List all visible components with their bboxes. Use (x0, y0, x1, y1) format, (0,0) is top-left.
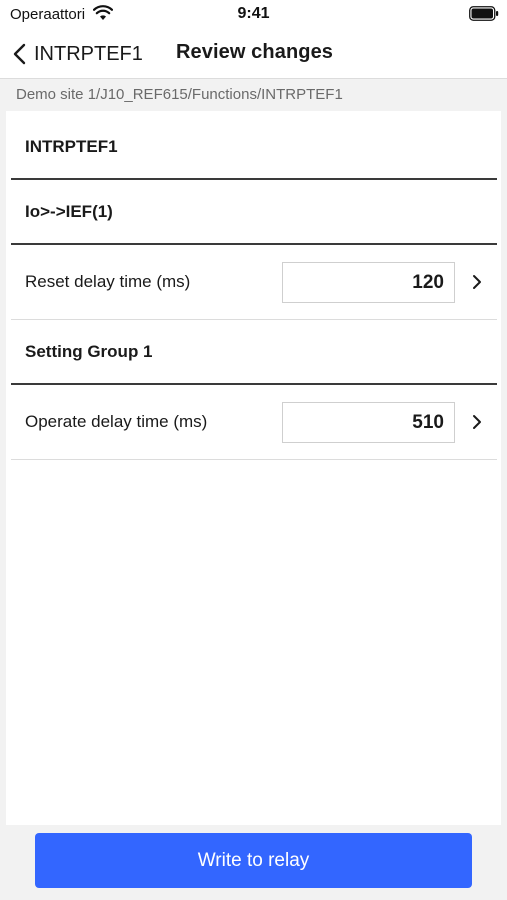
section-title: Setting Group 1 (25, 342, 153, 361)
battery-icon (469, 6, 499, 21)
chevron-right-icon[interactable] (472, 274, 482, 290)
breadcrumb: Demo site 1/J10_REF615/Functions/INTRPTE… (16, 86, 343, 103)
parameter-row-operate-delay[interactable]: Operate delay time (ms) 510 (11, 384, 497, 460)
parameter-value-field[interactable]: 120 (282, 262, 455, 303)
parameter-label: Operate delay time (ms) (25, 412, 208, 431)
page-title: Review changes (176, 41, 334, 63)
back-button-label: INTRPTEF1 (34, 42, 143, 65)
section-title: Io>->IEF(1) (25, 202, 113, 221)
navigation-bar: INTRPTEF1 Review changes (0, 30, 507, 79)
bottom-action-bar: Write to relay (0, 825, 507, 900)
status-time: 9:41 (237, 5, 270, 22)
section-header-stage: Io>->IEF(1) (11, 179, 497, 245)
parameter-label: Reset delay time (ms) (25, 272, 191, 291)
parameter-value-field[interactable]: 510 (282, 402, 455, 443)
back-button[interactable]: INTRPTEF1 (12, 39, 143, 69)
write-to-relay-button[interactable]: Write to relay (35, 833, 472, 888)
changes-list: INTRPTEF1 Io>->IEF(1) Reset delay time (… (6, 111, 501, 825)
section-header-function: INTRPTEF1 (11, 114, 497, 180)
chevron-left-icon (13, 43, 26, 65)
section-title: INTRPTEF1 (25, 137, 118, 156)
status-bar: Operaattori 9:41 (0, 0, 507, 30)
chevron-right-icon[interactable] (472, 414, 482, 430)
section-header-setting-group: Setting Group 1 (11, 319, 497, 385)
parameter-row-reset-delay[interactable]: Reset delay time (ms) 120 (11, 244, 497, 320)
